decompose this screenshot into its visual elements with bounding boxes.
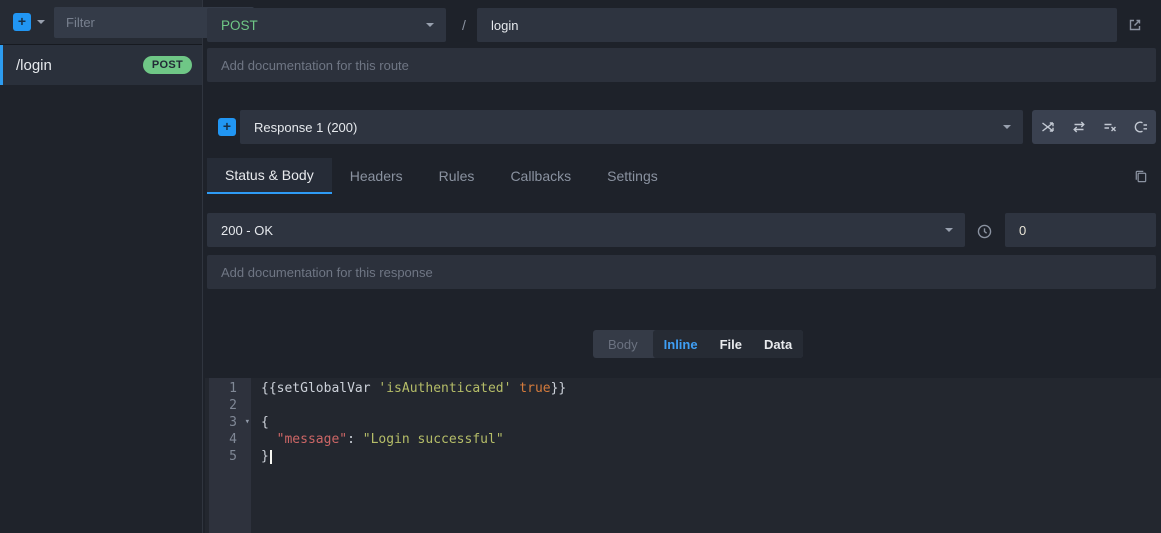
route-path-input[interactable] — [477, 8, 1117, 42]
latency-input[interactable] — [1005, 213, 1156, 247]
body-type-toggle: Body Inline File Data — [593, 330, 803, 358]
chevron-down-icon[interactable] — [37, 20, 45, 24]
sequential-response-button[interactable] — [1067, 115, 1091, 139]
body-toggle-label: Body — [593, 330, 653, 358]
copy-icon — [1133, 169, 1148, 184]
clock-icon — [976, 223, 993, 240]
random-response-button[interactable] — [1036, 115, 1060, 139]
code-line[interactable]: } — [261, 448, 1161, 465]
body-type-inline[interactable]: Inline — [653, 330, 709, 358]
method-badge: POST — [143, 56, 192, 74]
response-mode-toolbar — [1032, 110, 1156, 144]
fallback-icon — [1133, 119, 1149, 135]
body-type-data[interactable]: Data — [753, 330, 803, 358]
routes-sidebar: + /login POST — [0, 0, 203, 533]
tab-rules[interactable]: Rules — [421, 158, 493, 194]
shuffle-icon — [1040, 119, 1056, 135]
method-select-value: POST — [221, 18, 426, 33]
status-code-value: 200 - OK — [221, 223, 945, 238]
path-separator: / — [453, 8, 475, 42]
list-x-icon — [1102, 119, 1118, 135]
gutter-line: 2 — [209, 397, 251, 414]
method-select[interactable]: POST — [207, 8, 446, 42]
chevron-down-icon — [426, 23, 434, 27]
gutter-line: 1 — [209, 380, 251, 397]
plus-icon: + — [18, 13, 26, 29]
code-editor[interactable]: 123▾45 {{setGlobalVar 'isAuthenticated' … — [205, 378, 1161, 533]
add-response-button[interactable]: + — [218, 118, 236, 136]
tab-headers[interactable]: Headers — [332, 158, 421, 194]
code-line[interactable]: {{setGlobalVar 'isAuthenticated' true}} — [261, 380, 1161, 397]
latency-indicator — [974, 221, 994, 241]
response-select[interactable]: Response 1 (200) — [240, 110, 1023, 144]
response-tabs: Status & Body Headers Rules Callbacks Se… — [207, 158, 676, 194]
tab-callbacks[interactable]: Callbacks — [492, 158, 589, 194]
external-link-icon — [1127, 17, 1143, 33]
response-documentation-input[interactable] — [207, 255, 1156, 289]
code-line[interactable] — [261, 397, 1161, 414]
chevron-down-icon — [1003, 125, 1011, 129]
fallback-mode-button[interactable] — [1129, 115, 1153, 139]
chevron-down-icon — [945, 228, 953, 232]
route-documentation-input[interactable] — [207, 48, 1156, 82]
tab-status-body[interactable]: Status & Body — [207, 158, 332, 194]
body-type-file[interactable]: File — [709, 330, 753, 358]
repeat-icon — [1071, 119, 1087, 135]
body-type-options: Inline File Data — [653, 330, 804, 358]
tab-settings[interactable]: Settings — [589, 158, 676, 194]
gutter-line: 4 — [209, 431, 251, 448]
plus-icon: + — [223, 118, 231, 134]
sidebar-header: + — [0, 0, 202, 45]
add-route-button[interactable]: + — [13, 13, 31, 31]
disable-rules-button[interactable] — [1098, 115, 1122, 139]
route-path-label: /login — [16, 57, 52, 74]
open-route-external-button[interactable] — [1123, 13, 1147, 37]
response-select-value: Response 1 (200) — [254, 120, 1003, 135]
editor-gutter: 123▾45 — [209, 378, 251, 533]
route-detail-panel: POST / + Response 1 (200) — [204, 0, 1161, 533]
gutter-line: 3▾ — [209, 414, 251, 431]
gutter-line: 5 — [209, 448, 251, 465]
copy-response-button[interactable] — [1128, 164, 1152, 188]
status-code-select[interactable]: 200 - OK — [207, 213, 965, 247]
route-list-item[interactable]: /login POST — [0, 45, 202, 85]
code-line[interactable]: { — [261, 414, 1161, 431]
text-cursor — [270, 450, 272, 464]
code-line[interactable]: "message": "Login successful" — [261, 431, 1161, 448]
editor-code[interactable]: {{setGlobalVar 'isAuthenticated' true}} {… — [251, 378, 1161, 533]
fold-chevron-icon[interactable]: ▾ — [245, 414, 250, 431]
